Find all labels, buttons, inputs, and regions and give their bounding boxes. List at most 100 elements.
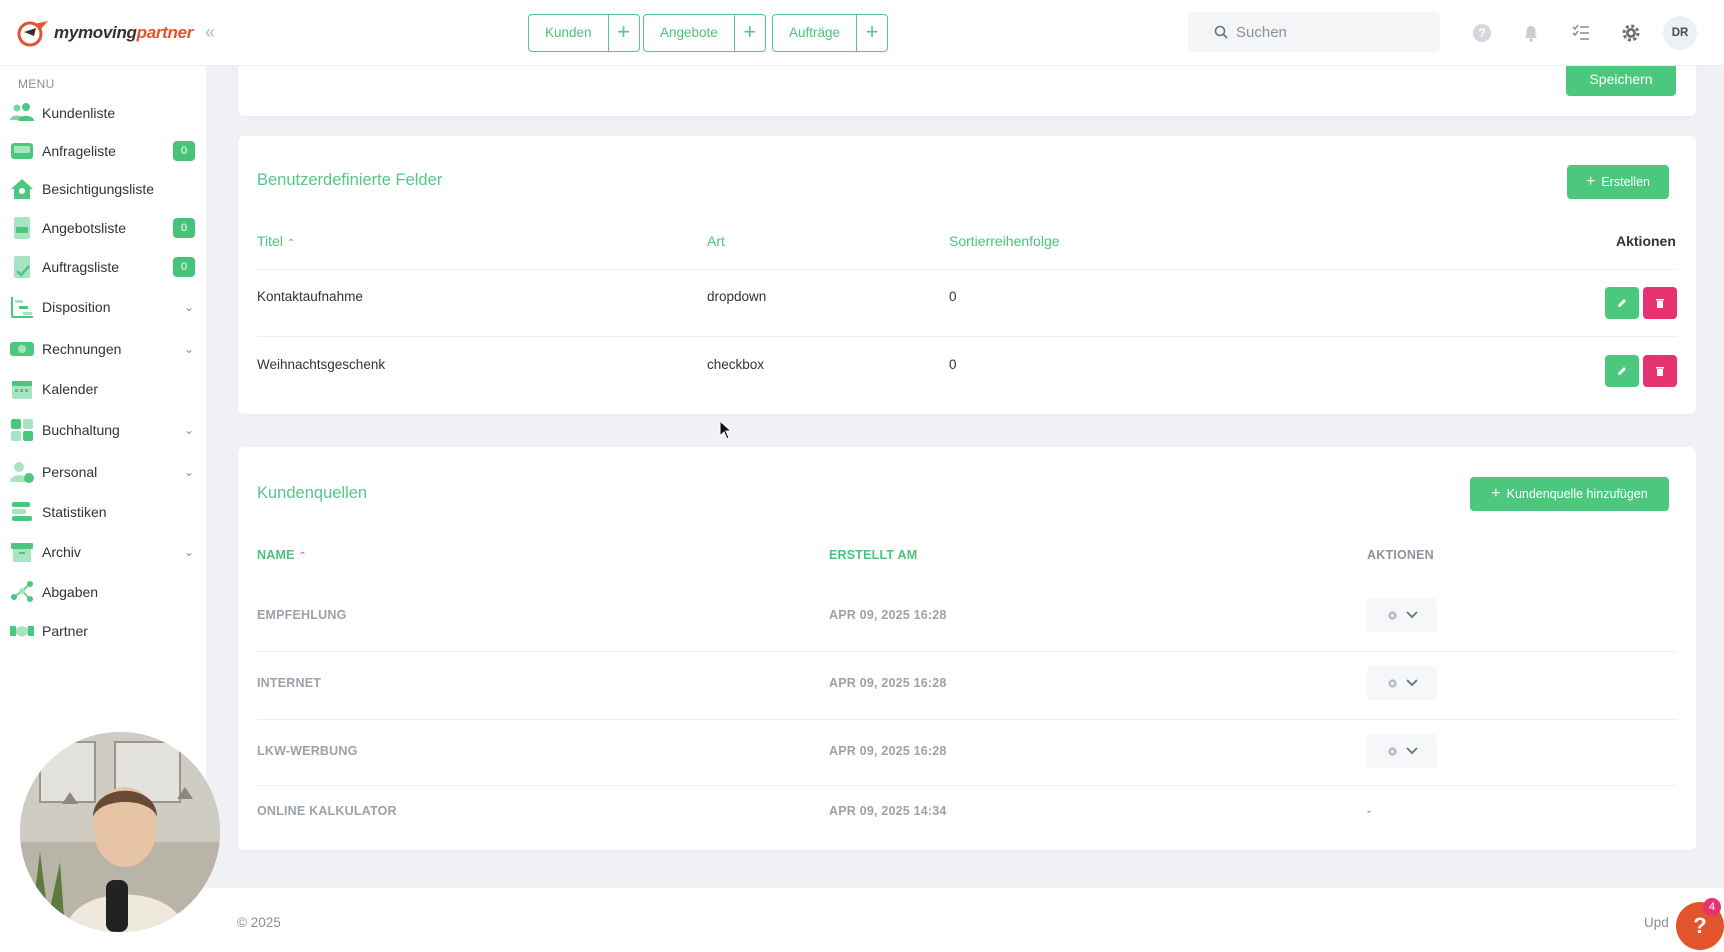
sidebar-item-kalender[interactable]: Kalender xyxy=(0,372,206,406)
sidebar-item-label: Auftragsliste xyxy=(42,259,120,275)
sidebar-item-label: Disposition xyxy=(42,299,111,315)
add-angebot-plus-icon[interactable]: + xyxy=(733,14,766,52)
customer-sources-card: Kundenquellen + Kundenquelle hinzufügen … xyxy=(238,447,1696,850)
row-actions-dropdown[interactable] xyxy=(1367,598,1437,632)
custom-fields-title: Benutzerdefinierte Felder xyxy=(257,171,443,189)
edit-field-button[interactable] xyxy=(1605,355,1639,387)
sidebar-item-anfrageliste[interactable]: Anfrageliste 0 xyxy=(0,134,206,168)
chevron-down-icon xyxy=(1405,747,1418,755)
house-icon xyxy=(11,179,33,199)
sidebar-item-archiv[interactable]: Archiv ⌄ xyxy=(0,535,206,569)
sidebar-item-besichtigungsliste[interactable]: Besichtigungsliste xyxy=(0,172,206,206)
gear-icon xyxy=(1387,678,1397,688)
quick-auftraege-button[interactable]: Aufträge xyxy=(772,14,857,52)
delete-field-button[interactable] xyxy=(1643,287,1677,319)
field-sort-cell: 0 xyxy=(949,289,957,304)
add-kunde-plus-icon[interactable]: + xyxy=(607,14,640,52)
svg-text:?: ? xyxy=(1478,26,1485,40)
delete-field-button[interactable] xyxy=(1643,355,1677,387)
sidebar-item-label: Partner xyxy=(42,623,88,639)
sidebar-item-angebotsliste[interactable]: Angebotsliste 0 xyxy=(0,211,206,245)
quick-kunden-button[interactable]: Kunden xyxy=(528,14,608,52)
checklist-icon[interactable] xyxy=(1569,21,1593,45)
search-icon xyxy=(1214,25,1228,39)
edit-field-button[interactable] xyxy=(1605,287,1639,319)
column-header-type[interactable]: Art xyxy=(707,233,725,249)
sidebar-item-disposition[interactable]: Disposition ⌄ xyxy=(0,290,206,324)
logo-icon xyxy=(17,21,48,47)
sidebar-item-statistiken[interactable]: Statistiken xyxy=(0,495,206,529)
network-icon xyxy=(11,581,33,602)
column-header-sort[interactable]: Sortierreihenfolge xyxy=(949,233,1060,249)
collapse-sidebar-icon[interactable]: « xyxy=(198,20,222,44)
chevron-down-icon: ⌄ xyxy=(184,545,195,559)
column-header-title[interactable]: Titel ⌃ xyxy=(257,233,295,249)
file-check-icon xyxy=(14,256,30,278)
gear-icon xyxy=(1387,610,1397,620)
grid-icon xyxy=(11,419,33,441)
sidebar-item-auftragsliste[interactable]: Auftragsliste 0 xyxy=(0,250,206,284)
custom-fields-card: Benutzerdefinierte Felder + Erstellen Ti… xyxy=(238,136,1696,414)
users-icon xyxy=(10,103,34,121)
source-created-cell: APR 09, 2025 14:34 xyxy=(829,804,947,818)
sidebar-item-buchhaltung[interactable]: Buchhaltung ⌄ xyxy=(0,413,206,447)
row-divider xyxy=(257,651,1677,652)
chevron-down-icon: ⌄ xyxy=(184,423,195,437)
column-header-created[interactable]: ERSTELLT AM xyxy=(829,548,917,562)
search-box[interactable] xyxy=(1188,12,1440,52)
sidebar-item-label: Kundenliste xyxy=(42,105,116,121)
archive-icon xyxy=(11,543,33,562)
save-button[interactable]: Speichern xyxy=(1566,62,1676,96)
person-clock-icon xyxy=(10,462,34,483)
add-auftrag-plus-icon[interactable]: + xyxy=(856,14,889,52)
sidebar-item-label: Kalender xyxy=(42,381,99,397)
row-actions-dropdown[interactable] xyxy=(1367,734,1437,768)
quick-action-auftraege: Aufträge + xyxy=(772,14,889,52)
trash-icon xyxy=(1656,367,1664,376)
calendar-icon xyxy=(12,381,32,399)
add-customer-source-label: Kundenquelle hinzufügen xyxy=(1506,487,1648,501)
row-divider xyxy=(257,719,1677,720)
bell-icon[interactable] xyxy=(1519,21,1543,45)
help-icon[interactable]: ? xyxy=(1470,21,1494,45)
sidebar-item-label: Buchhaltung xyxy=(42,422,120,438)
row-actions-dropdown[interactable] xyxy=(1367,666,1437,700)
settings-card: Speichern xyxy=(238,62,1696,116)
add-customer-source-button[interactable]: + Kundenquelle hinzufügen xyxy=(1470,477,1669,511)
chevron-down-icon: ⌄ xyxy=(184,342,195,356)
create-field-label: Erstellen xyxy=(1601,175,1650,189)
money-icon xyxy=(10,342,34,356)
copyright-text: © 2025 xyxy=(237,915,281,930)
column-header-actions: Aktionen xyxy=(1616,233,1676,249)
gear-icon xyxy=(1387,746,1397,756)
mouse-cursor-icon xyxy=(719,420,733,440)
app-logo[interactable]: mymovingpartner xyxy=(16,18,193,48)
column-header-name[interactable]: NAME ⌃ xyxy=(257,548,307,562)
column-header-actions: AKTIONEN xyxy=(1367,548,1434,562)
search-input[interactable] xyxy=(1236,23,1416,41)
footer: © 2025 Upd xyxy=(206,888,1724,952)
sidebar-item-label: Besichtigungsliste xyxy=(42,181,155,197)
sidebar-badge: 0 xyxy=(173,257,195,277)
chevron-down-icon xyxy=(1405,679,1418,687)
sidebar-item-label: Abgaben xyxy=(42,584,99,600)
sidebar-item-partner[interactable]: Partner xyxy=(0,614,206,648)
chevron-down-icon: ⌄ xyxy=(184,300,195,314)
user-avatar[interactable]: DR xyxy=(1663,16,1697,50)
sidebar-item-abgaben[interactable]: Abgaben xyxy=(0,575,206,609)
source-created-cell: APR 09, 2025 16:28 xyxy=(829,608,947,622)
sidebar-item-label: Statistiken xyxy=(42,504,107,520)
presenter-video-image xyxy=(20,732,220,932)
source-created-cell: APR 09, 2025 16:28 xyxy=(829,744,947,758)
document-icon xyxy=(14,217,30,239)
sidebar-item-kundenliste[interactable]: Kundenliste xyxy=(0,96,206,130)
pencil-icon xyxy=(1618,367,1626,375)
quick-angebote-button[interactable]: Angebote xyxy=(643,14,734,52)
sidebar-item-personal[interactable]: Personal ⌄ xyxy=(0,455,206,489)
create-field-button[interactable]: + Erstellen xyxy=(1567,165,1669,199)
field-sort-cell: 0 xyxy=(949,357,957,372)
gear-icon[interactable] xyxy=(1619,21,1643,45)
sidebar-item-label: Rechnungen xyxy=(42,341,122,357)
row-divider xyxy=(257,269,1677,270)
sidebar-item-rechnungen[interactable]: Rechnungen ⌄ xyxy=(0,332,206,366)
